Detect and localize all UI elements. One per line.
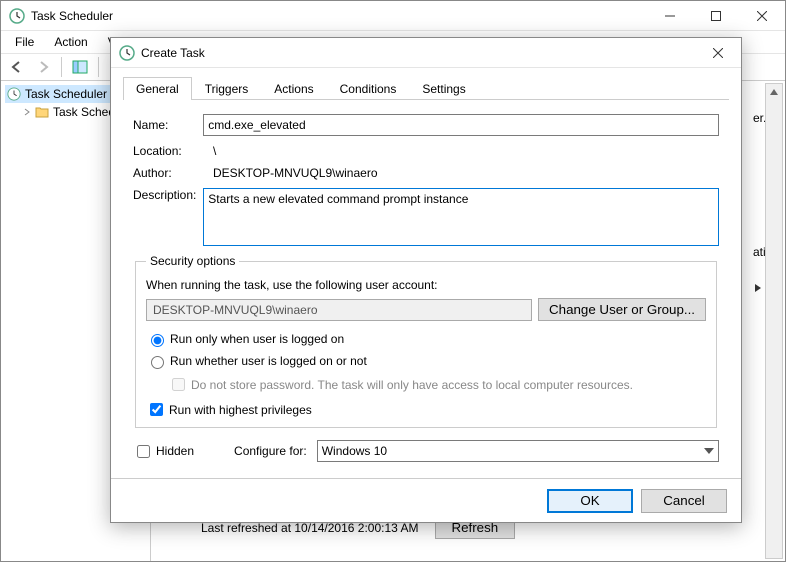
close-button[interactable] bbox=[739, 1, 785, 31]
security-options-group: Security options When running the task, … bbox=[135, 254, 717, 428]
dialog-close-button[interactable] bbox=[695, 38, 741, 68]
tab-triggers[interactable]: Triggers bbox=[192, 77, 262, 100]
when-running-text: When running the task, use the following… bbox=[146, 278, 706, 292]
ok-button[interactable]: OK bbox=[547, 489, 633, 513]
dialog-titlebar[interactable]: Create Task bbox=[111, 38, 741, 68]
dialog-title: Create Task bbox=[141, 46, 695, 60]
tab-general[interactable]: General bbox=[123, 77, 192, 100]
show-hide-pane-button[interactable] bbox=[68, 55, 92, 79]
menu-file[interactable]: File bbox=[7, 33, 42, 51]
folder-icon bbox=[35, 106, 49, 118]
run-whether-label: Run whether user is logged on or not bbox=[170, 354, 367, 368]
tab-conditions[interactable]: Conditions bbox=[327, 77, 410, 100]
tree-root-label: Task Scheduler bbox=[25, 87, 107, 101]
forward-button[interactable] bbox=[31, 55, 55, 79]
do-not-store-password-checkbox bbox=[172, 378, 185, 391]
location-value: \ bbox=[213, 144, 216, 158]
tab-strip: General Triggers Actions Conditions Sett… bbox=[123, 76, 729, 100]
name-input[interactable] bbox=[203, 114, 719, 136]
toolbar-separator bbox=[61, 57, 62, 77]
configure-for-label: Configure for: bbox=[234, 444, 307, 458]
change-user-button[interactable]: Change User or Group... bbox=[538, 298, 706, 321]
main-title: Task Scheduler bbox=[31, 9, 647, 23]
highest-privileges-label: Run with highest privileges bbox=[169, 403, 312, 417]
run-whether-radio[interactable] bbox=[151, 356, 164, 369]
chevron-right-icon bbox=[23, 108, 31, 116]
clock-icon bbox=[119, 45, 135, 61]
author-label: Author: bbox=[133, 166, 213, 180]
highest-privileges-checkbox[interactable] bbox=[150, 403, 163, 416]
scroll-up-icon[interactable] bbox=[766, 84, 782, 100]
minimize-button[interactable] bbox=[647, 1, 693, 31]
clock-icon bbox=[9, 8, 25, 24]
hidden-label: Hidden bbox=[156, 444, 194, 458]
clock-icon bbox=[7, 87, 21, 101]
toolbar-separator bbox=[98, 57, 99, 77]
main-titlebar: Task Scheduler bbox=[1, 1, 785, 31]
configure-for-value: Windows 10 bbox=[322, 444, 387, 458]
location-label: Location: bbox=[133, 144, 213, 158]
description-textarea[interactable] bbox=[203, 188, 719, 246]
tree-child-label: Task Sched bbox=[53, 105, 115, 119]
chevron-down-icon bbox=[704, 448, 714, 454]
menu-action[interactable]: Action bbox=[46, 33, 95, 51]
hidden-checkbox[interactable] bbox=[137, 445, 150, 458]
general-panel: Name: Location: \ Author: DESKTOP-MNVUQL… bbox=[123, 100, 729, 478]
configure-for-select[interactable]: Windows 10 bbox=[317, 440, 719, 462]
cancel-button[interactable]: Cancel bbox=[641, 489, 727, 513]
dialog-footer: OK Cancel bbox=[111, 478, 741, 522]
tab-settings[interactable]: Settings bbox=[409, 77, 478, 100]
name-label: Name: bbox=[133, 118, 203, 132]
create-task-dialog: Create Task General Triggers Actions Con… bbox=[110, 37, 742, 523]
author-value: DESKTOP-MNVUQL9\winaero bbox=[213, 166, 378, 180]
do-not-store-label: Do not store password. The task will onl… bbox=[191, 378, 633, 392]
security-legend: Security options bbox=[146, 254, 239, 268]
tab-actions[interactable]: Actions bbox=[261, 77, 326, 100]
back-button[interactable] bbox=[5, 55, 29, 79]
account-display: DESKTOP-MNVUQL9\winaero bbox=[146, 299, 532, 321]
scrollbar[interactable] bbox=[765, 83, 783, 559]
run-logged-on-radio[interactable] bbox=[151, 334, 164, 347]
maximize-button[interactable] bbox=[693, 1, 739, 31]
description-label: Description: bbox=[133, 188, 203, 202]
run-logged-on-label: Run only when user is logged on bbox=[170, 332, 344, 346]
